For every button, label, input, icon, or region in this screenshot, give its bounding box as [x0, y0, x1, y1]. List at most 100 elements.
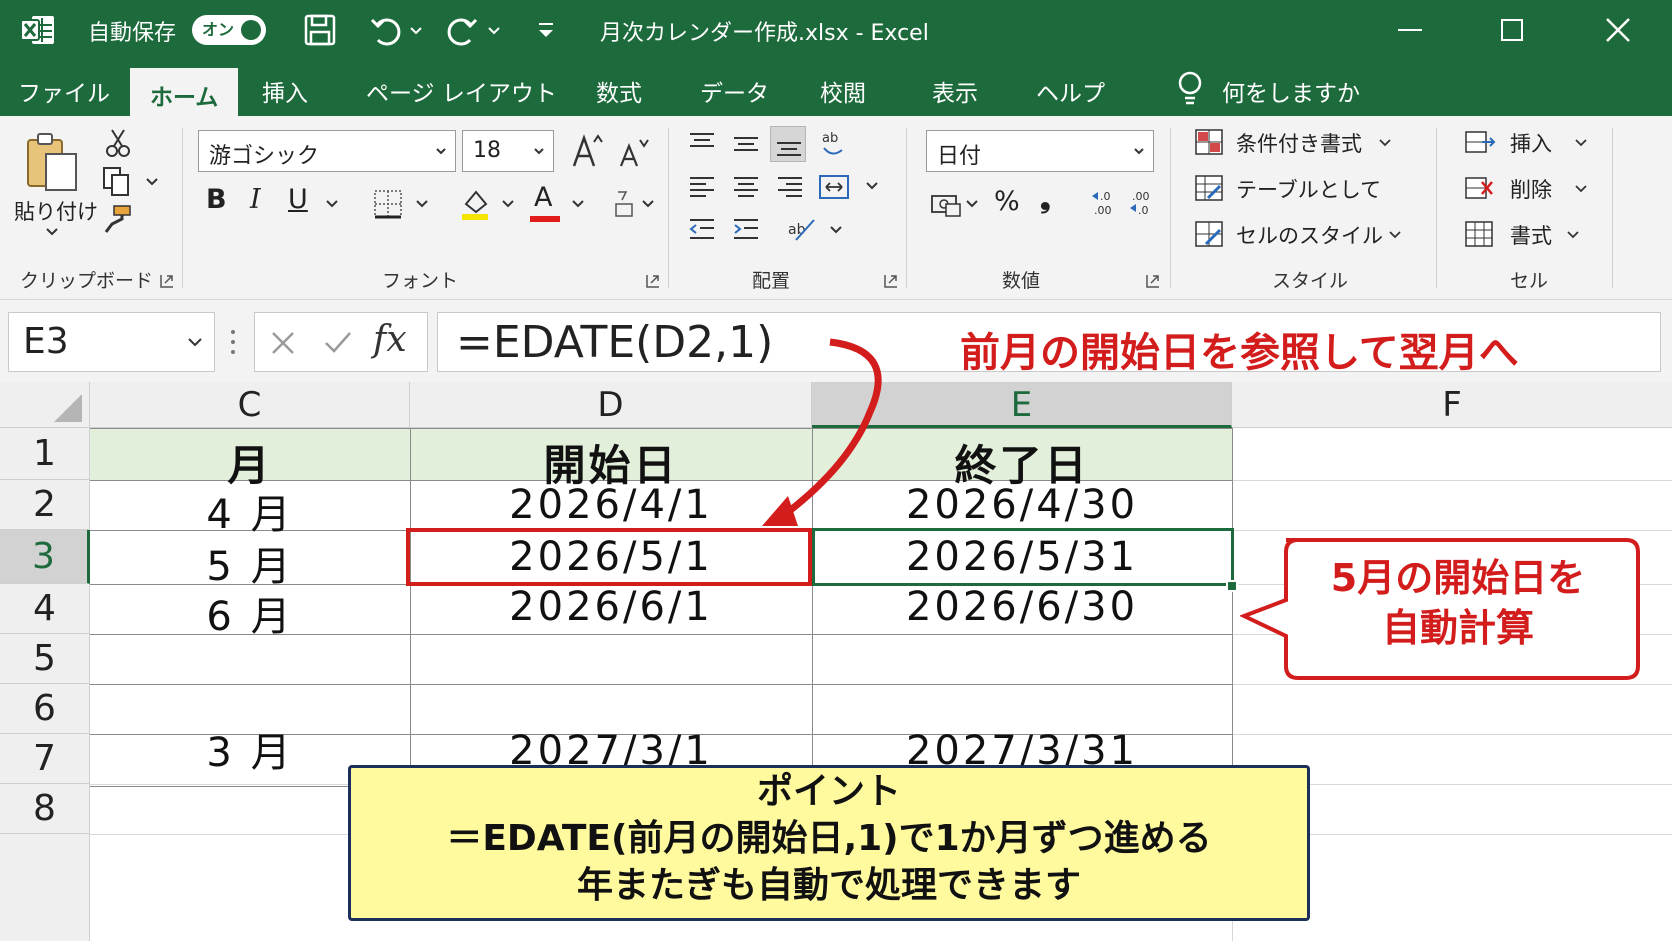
borders-icon[interactable]: [372, 188, 404, 220]
tab-data[interactable]: データ: [700, 74, 769, 108]
text-direction-dropdown-icon[interactable]: [828, 224, 844, 236]
customize-qat-icon[interactable]: [534, 12, 558, 48]
cancel-entry-icon[interactable]: [269, 329, 297, 357]
tab-view[interactable]: 表示: [932, 74, 978, 108]
font-launcher-icon[interactable]: [646, 274, 660, 288]
orientation-icon[interactable]: ab: [818, 128, 848, 160]
tab-insert[interactable]: 挿入: [262, 74, 308, 108]
merge-center-icon[interactable]: [818, 172, 850, 202]
align-bottom-button-active[interactable]: [770, 126, 806, 162]
column-header-d[interactable]: D: [410, 382, 812, 428]
italic-button[interactable]: I: [250, 184, 261, 215]
phonetic-guide-icon[interactable]: [612, 188, 636, 220]
row-header-4[interactable]: 4: [0, 584, 90, 634]
row-header-8[interactable]: 8: [0, 784, 90, 834]
name-box[interactable]: E3: [8, 312, 215, 372]
insert-function-button[interactable]: fx: [373, 319, 407, 360]
cell-styles-icon[interactable]: [1194, 220, 1224, 248]
paste-icon[interactable]: [26, 132, 80, 192]
row-header-3[interactable]: 3: [0, 530, 90, 584]
redo-icon[interactable]: [444, 12, 480, 48]
align-left-icon[interactable]: [688, 174, 716, 200]
minimize-icon[interactable]: [1390, 10, 1430, 50]
decrease-decimal-icon[interactable]: .00.0: [1128, 188, 1158, 218]
increase-font-icon[interactable]: [570, 130, 604, 170]
cell-styles-dropdown-icon[interactable]: [1388, 230, 1402, 240]
align-top-icon[interactable]: [688, 130, 716, 156]
undo-dropdown-icon[interactable]: [408, 12, 424, 48]
tab-review[interactable]: 校閲: [820, 74, 866, 108]
phonetic-dropdown-icon[interactable]: [640, 198, 656, 210]
row-header-2[interactable]: 2: [0, 480, 90, 530]
insert-cells-icon[interactable]: [1464, 128, 1496, 156]
cell-d4[interactable]: 2026/6/1: [410, 584, 812, 630]
borders-dropdown-icon[interactable]: [414, 198, 430, 210]
percent-style-button[interactable]: %: [994, 186, 1020, 217]
tab-home[interactable]: ホーム: [130, 68, 239, 116]
decrease-indent-icon[interactable]: [688, 216, 716, 244]
cell-c2[interactable]: 4 月: [90, 482, 410, 540]
delete-cells-icon[interactable]: [1464, 174, 1496, 202]
autosave-toggle[interactable]: オン: [192, 15, 266, 45]
text-direction-icon[interactable]: ab: [786, 214, 818, 244]
cell-e4[interactable]: 2026/6/30: [812, 584, 1232, 630]
increase-indent-icon[interactable]: [732, 216, 760, 244]
align-center-icon[interactable]: [732, 174, 760, 200]
format-dropdown-icon[interactable]: [1566, 230, 1580, 240]
insert-dropdown-icon[interactable]: [1574, 138, 1588, 148]
format-painter-icon[interactable]: [102, 204, 132, 234]
copy-dropdown-icon[interactable]: [144, 176, 160, 188]
cell-d2[interactable]: 2026/4/1: [410, 482, 812, 528]
alignment-launcher-icon[interactable]: [884, 274, 898, 288]
delete-cells-button[interactable]: 削除: [1510, 174, 1552, 204]
accounting-format-icon[interactable]: [930, 190, 962, 218]
fill-color-dropdown-icon[interactable]: [500, 198, 516, 210]
conditional-formatting-icon[interactable]: [1194, 128, 1224, 156]
maximize-icon[interactable]: [1492, 10, 1532, 50]
fill-handle[interactable]: [1226, 580, 1238, 592]
undo-icon[interactable]: [368, 12, 404, 48]
number-launcher-icon[interactable]: [1146, 274, 1160, 288]
tab-formulas[interactable]: 数式: [596, 74, 642, 108]
redo-dropdown-icon[interactable]: [486, 12, 502, 48]
align-right-icon[interactable]: [776, 174, 804, 200]
save-icon[interactable]: [302, 12, 338, 48]
confirm-entry-icon[interactable]: [323, 329, 353, 357]
select-all-corner[interactable]: [0, 382, 90, 428]
close-icon[interactable]: [1598, 10, 1638, 50]
comma-style-button[interactable]: ❟: [1040, 184, 1051, 216]
format-cells-button[interactable]: 書式: [1510, 220, 1552, 250]
bold-button[interactable]: B: [206, 184, 227, 215]
row-header-1[interactable]: 1: [0, 428, 90, 480]
column-header-c[interactable]: C: [90, 382, 410, 428]
align-middle-icon[interactable]: [732, 130, 760, 156]
copy-icon[interactable]: [102, 166, 132, 198]
format-as-table-icon[interactable]: [1194, 174, 1224, 202]
font-name-select[interactable]: 游ゴシック: [198, 130, 456, 172]
column-header-f[interactable]: F: [1232, 382, 1672, 428]
conditional-dropdown-icon[interactable]: [1378, 138, 1392, 148]
paste-label[interactable]: 貼り付け: [14, 196, 98, 226]
cell-styles-button[interactable]: セルのスタイル: [1236, 220, 1383, 250]
chevron-down-icon[interactable]: [186, 335, 204, 349]
underline-dropdown-icon[interactable]: [324, 198, 340, 210]
increase-decimal-icon[interactable]: .0.00: [1090, 188, 1120, 218]
cut-icon[interactable]: [104, 128, 132, 158]
format-as-table-button[interactable]: テーブルとして: [1236, 174, 1381, 204]
delete-dropdown-icon[interactable]: [1574, 184, 1588, 194]
fill-color-icon[interactable]: [458, 186, 492, 222]
font-color-button[interactable]: A: [528, 182, 562, 224]
format-cells-icon[interactable]: [1464, 220, 1496, 248]
accounting-dropdown-icon[interactable]: [964, 198, 980, 210]
splitter-handle-icon[interactable]: [228, 326, 238, 358]
conditional-formatting-button[interactable]: 条件付き書式: [1236, 128, 1362, 158]
clipboard-launcher-icon[interactable]: [160, 274, 174, 288]
tab-help[interactable]: ヘルプ: [1036, 74, 1105, 108]
row-header-5[interactable]: 5: [0, 634, 90, 684]
paste-dropdown-icon[interactable]: [44, 226, 60, 238]
underline-button[interactable]: U: [288, 184, 308, 215]
tell-me-search[interactable]: 何をしますか: [1222, 74, 1360, 108]
decrease-font-icon[interactable]: [618, 134, 650, 170]
merge-dropdown-icon[interactable]: [864, 180, 880, 192]
tab-page-layout[interactable]: ページ レイアウト: [366, 74, 557, 108]
